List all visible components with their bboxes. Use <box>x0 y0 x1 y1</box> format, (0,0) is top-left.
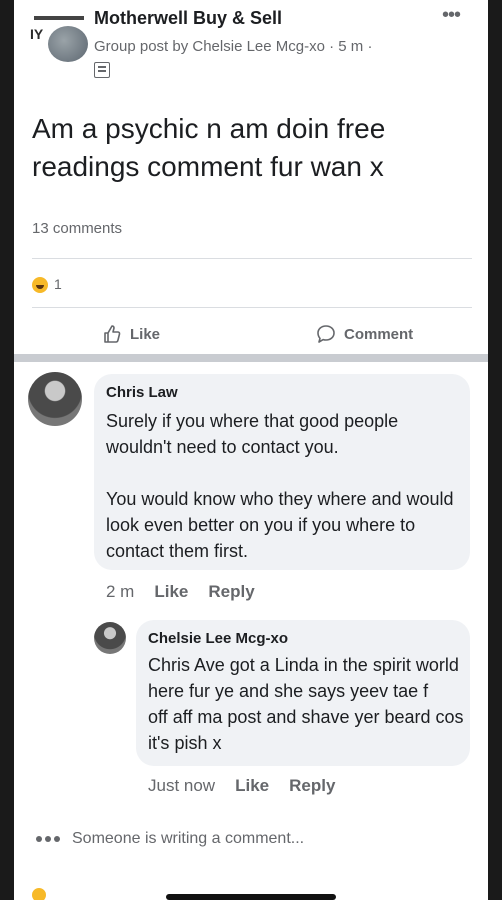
reaction-count[interactable]: 1 <box>54 276 62 292</box>
speech-bubble-icon <box>317 325 335 343</box>
comment-label: Comment <box>344 325 414 343</box>
avatar-bar <box>34 16 84 20</box>
emoji-icon <box>32 888 46 900</box>
like-label: Like <box>130 325 161 343</box>
reply-avatar[interactable] <box>94 622 126 654</box>
comment-bubble: Chris Law Surely if you where that good … <box>94 374 470 570</box>
post-text: Am a psychic n am doin free readings com… <box>32 113 386 182</box>
group-avatar[interactable]: IY <box>28 14 88 66</box>
comment-count[interactable]: 13 comments <box>32 220 122 237</box>
post-screen: IY Motherwell Buy & Sell Group post by C… <box>14 0 488 900</box>
comment-button[interactable]: Comment <box>316 320 413 348</box>
group-avatar-image <box>48 26 88 62</box>
reply-reply-button[interactable]: Reply <box>289 776 335 796</box>
post-header: IY Motherwell Buy & Sell Group post by C… <box>14 0 488 90</box>
section-divider <box>14 354 488 362</box>
reply-body: Chris Ave got a Linda in the spirit worl… <box>148 655 469 753</box>
home-indicator[interactable] <box>166 894 336 900</box>
comment-paragraph: You would know who they where and would … <box>106 489 454 561</box>
comment-author[interactable]: Chris Law <box>106 384 178 401</box>
reply-meta: Just now Like Reply <box>148 776 335 796</box>
comment-time: 2 m <box>106 582 135 601</box>
reply-author[interactable]: Chelsie Lee Mcg-xo <box>148 630 288 647</box>
typing-indicator: Someone is writing a comment... <box>36 830 304 848</box>
comment-like-button[interactable]: Like <box>154 582 188 602</box>
more-options-icon[interactable]: ••• <box>442 4 461 27</box>
group-privacy-icon <box>94 62 110 78</box>
typing-dots-icon <box>36 836 60 842</box>
comment-meta: 2 m Like Reply <box>106 582 255 602</box>
comment-paragraph: Surely if you where that good people wou… <box>106 411 399 457</box>
commenter-avatar[interactable] <box>28 372 82 426</box>
group-avatar-text: IY <box>30 26 44 42</box>
post-subtitle: Group post by Chelsie Lee Mcg-xo · 5 m · <box>94 38 373 55</box>
reply-like-button[interactable]: Like <box>235 776 269 796</box>
haha-reaction-icon[interactable] <box>32 277 48 293</box>
typing-text: Someone is writing a comment... <box>72 830 305 847</box>
thumbs-up-icon <box>104 325 121 343</box>
reply-time: Just now <box>148 776 216 795</box>
divider <box>32 307 472 308</box>
reply-bubble: Chelsie Lee Mcg-xo Chris Ave got a Linda… <box>136 620 470 766</box>
like-button[interactable]: Like <box>102 320 160 348</box>
divider <box>32 258 472 259</box>
group-name-link[interactable]: Motherwell Buy & Sell <box>94 8 282 29</box>
comment-body: Surely if you where that good people wou… <box>106 408 462 564</box>
comment-reply-button[interactable]: Reply <box>208 582 254 602</box>
